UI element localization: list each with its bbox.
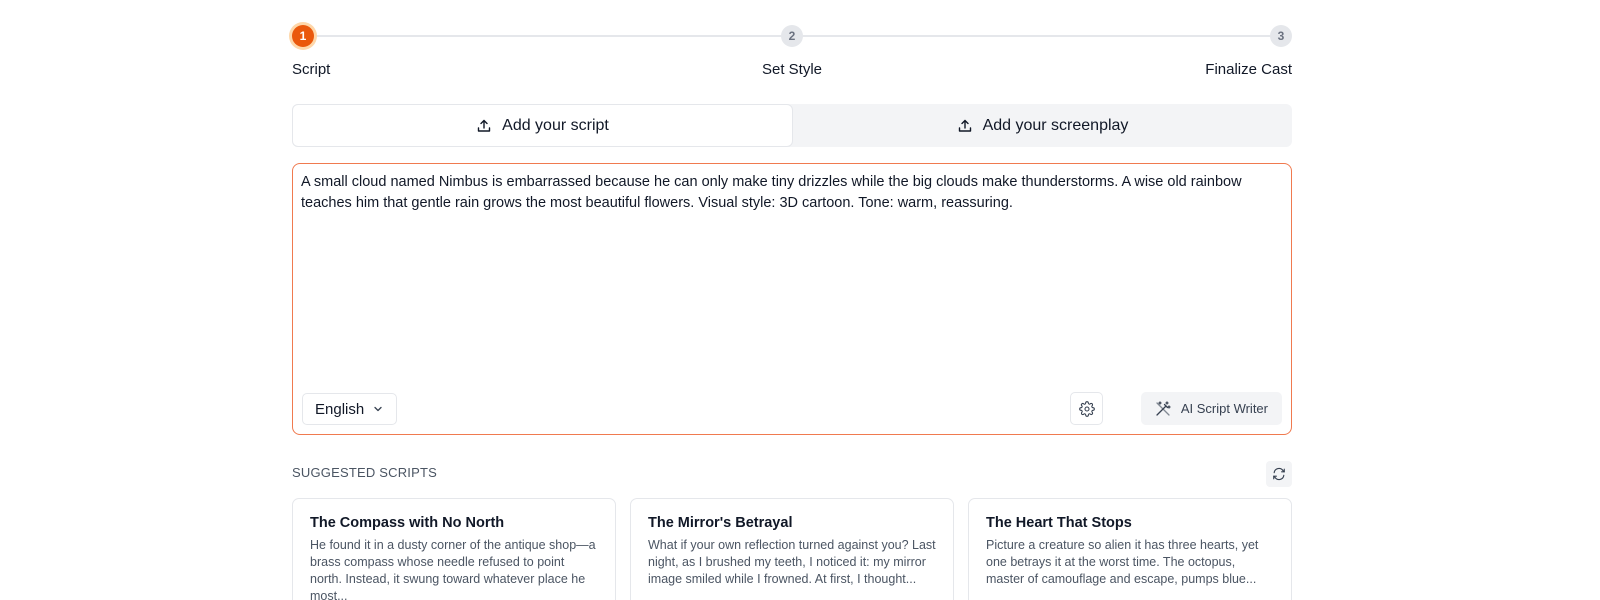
card-excerpt: He found it in a dusty corner of the ant… — [310, 538, 596, 600]
card-title: The Heart That Stops — [986, 515, 1132, 531]
suggested-script-card[interactable]: The Heart That Stops Picture a creature … — [968, 498, 1292, 600]
step-3-label[interactable]: Finalize Cast — [1205, 61, 1292, 78]
card-excerpt: Picture a creature so alien it has three… — [986, 538, 1259, 586]
card-title: The Mirror's Betrayal — [648, 515, 793, 531]
step-1-indicator[interactable]: 1 — [292, 25, 314, 47]
language-select[interactable]: English — [302, 393, 398, 425]
ai-script-writer-label: AI Script Writer — [1180, 401, 1268, 416]
tab-add-screenplay-label: Add your screenplay — [982, 116, 1129, 134]
tab-add-screenplay[interactable]: Add your screenplay — [793, 104, 1292, 147]
magic-wand-icon — [1156, 400, 1171, 416]
suggested-script-card[interactable]: The Compass with No North He found it in… — [292, 498, 616, 600]
tab-add-script[interactable]: Add your script — [292, 104, 793, 147]
refresh-icon — [1273, 467, 1285, 481]
script-source-tabs: Add your script Add your screenplay — [292, 104, 1292, 147]
step-2-indicator[interactable]: 2 — [781, 25, 803, 47]
ai-script-writer-button[interactable]: AI Script Writer — [1140, 392, 1282, 425]
refresh-suggestions-button[interactable] — [1266, 461, 1292, 487]
tab-add-script-label: Add your script — [502, 116, 609, 134]
upload-icon — [958, 119, 971, 132]
stepper: 1 Script 2 Set Style 3 Finalize Cast — [292, 0, 1292, 90]
upload-icon — [477, 119, 491, 132]
suggested-scripts-heading: SUGGESTED SCRIPTS — [292, 465, 437, 480]
chevron-down-icon — [374, 406, 382, 412]
script-textarea[interactable]: A small cloud named Nimbus is embarrasse… — [301, 172, 1283, 372]
card-title: The Compass with No North — [310, 515, 505, 531]
step-1-label[interactable]: Script — [292, 61, 330, 78]
script-editor: A small cloud named Nimbus is embarrasse… — [292, 163, 1292, 435]
gear-icon — [1078, 400, 1095, 417]
settings-button[interactable] — [1070, 392, 1103, 425]
suggested-scripts-list: The Compass with No North He found it in… — [292, 498, 1292, 600]
step-3-indicator[interactable]: 3 — [1270, 25, 1292, 47]
card-excerpt: What if your own reflection turned again… — [648, 538, 936, 586]
script-step-container: 1 Script 2 Set Style 3 Finalize Cast Add… — [292, 0, 1292, 600]
step-2-label[interactable]: Set Style — [762, 61, 822, 78]
suggested-script-card[interactable]: The Mirror's Betrayal What if your own r… — [630, 498, 954, 600]
language-select-value: English — [315, 400, 365, 418]
